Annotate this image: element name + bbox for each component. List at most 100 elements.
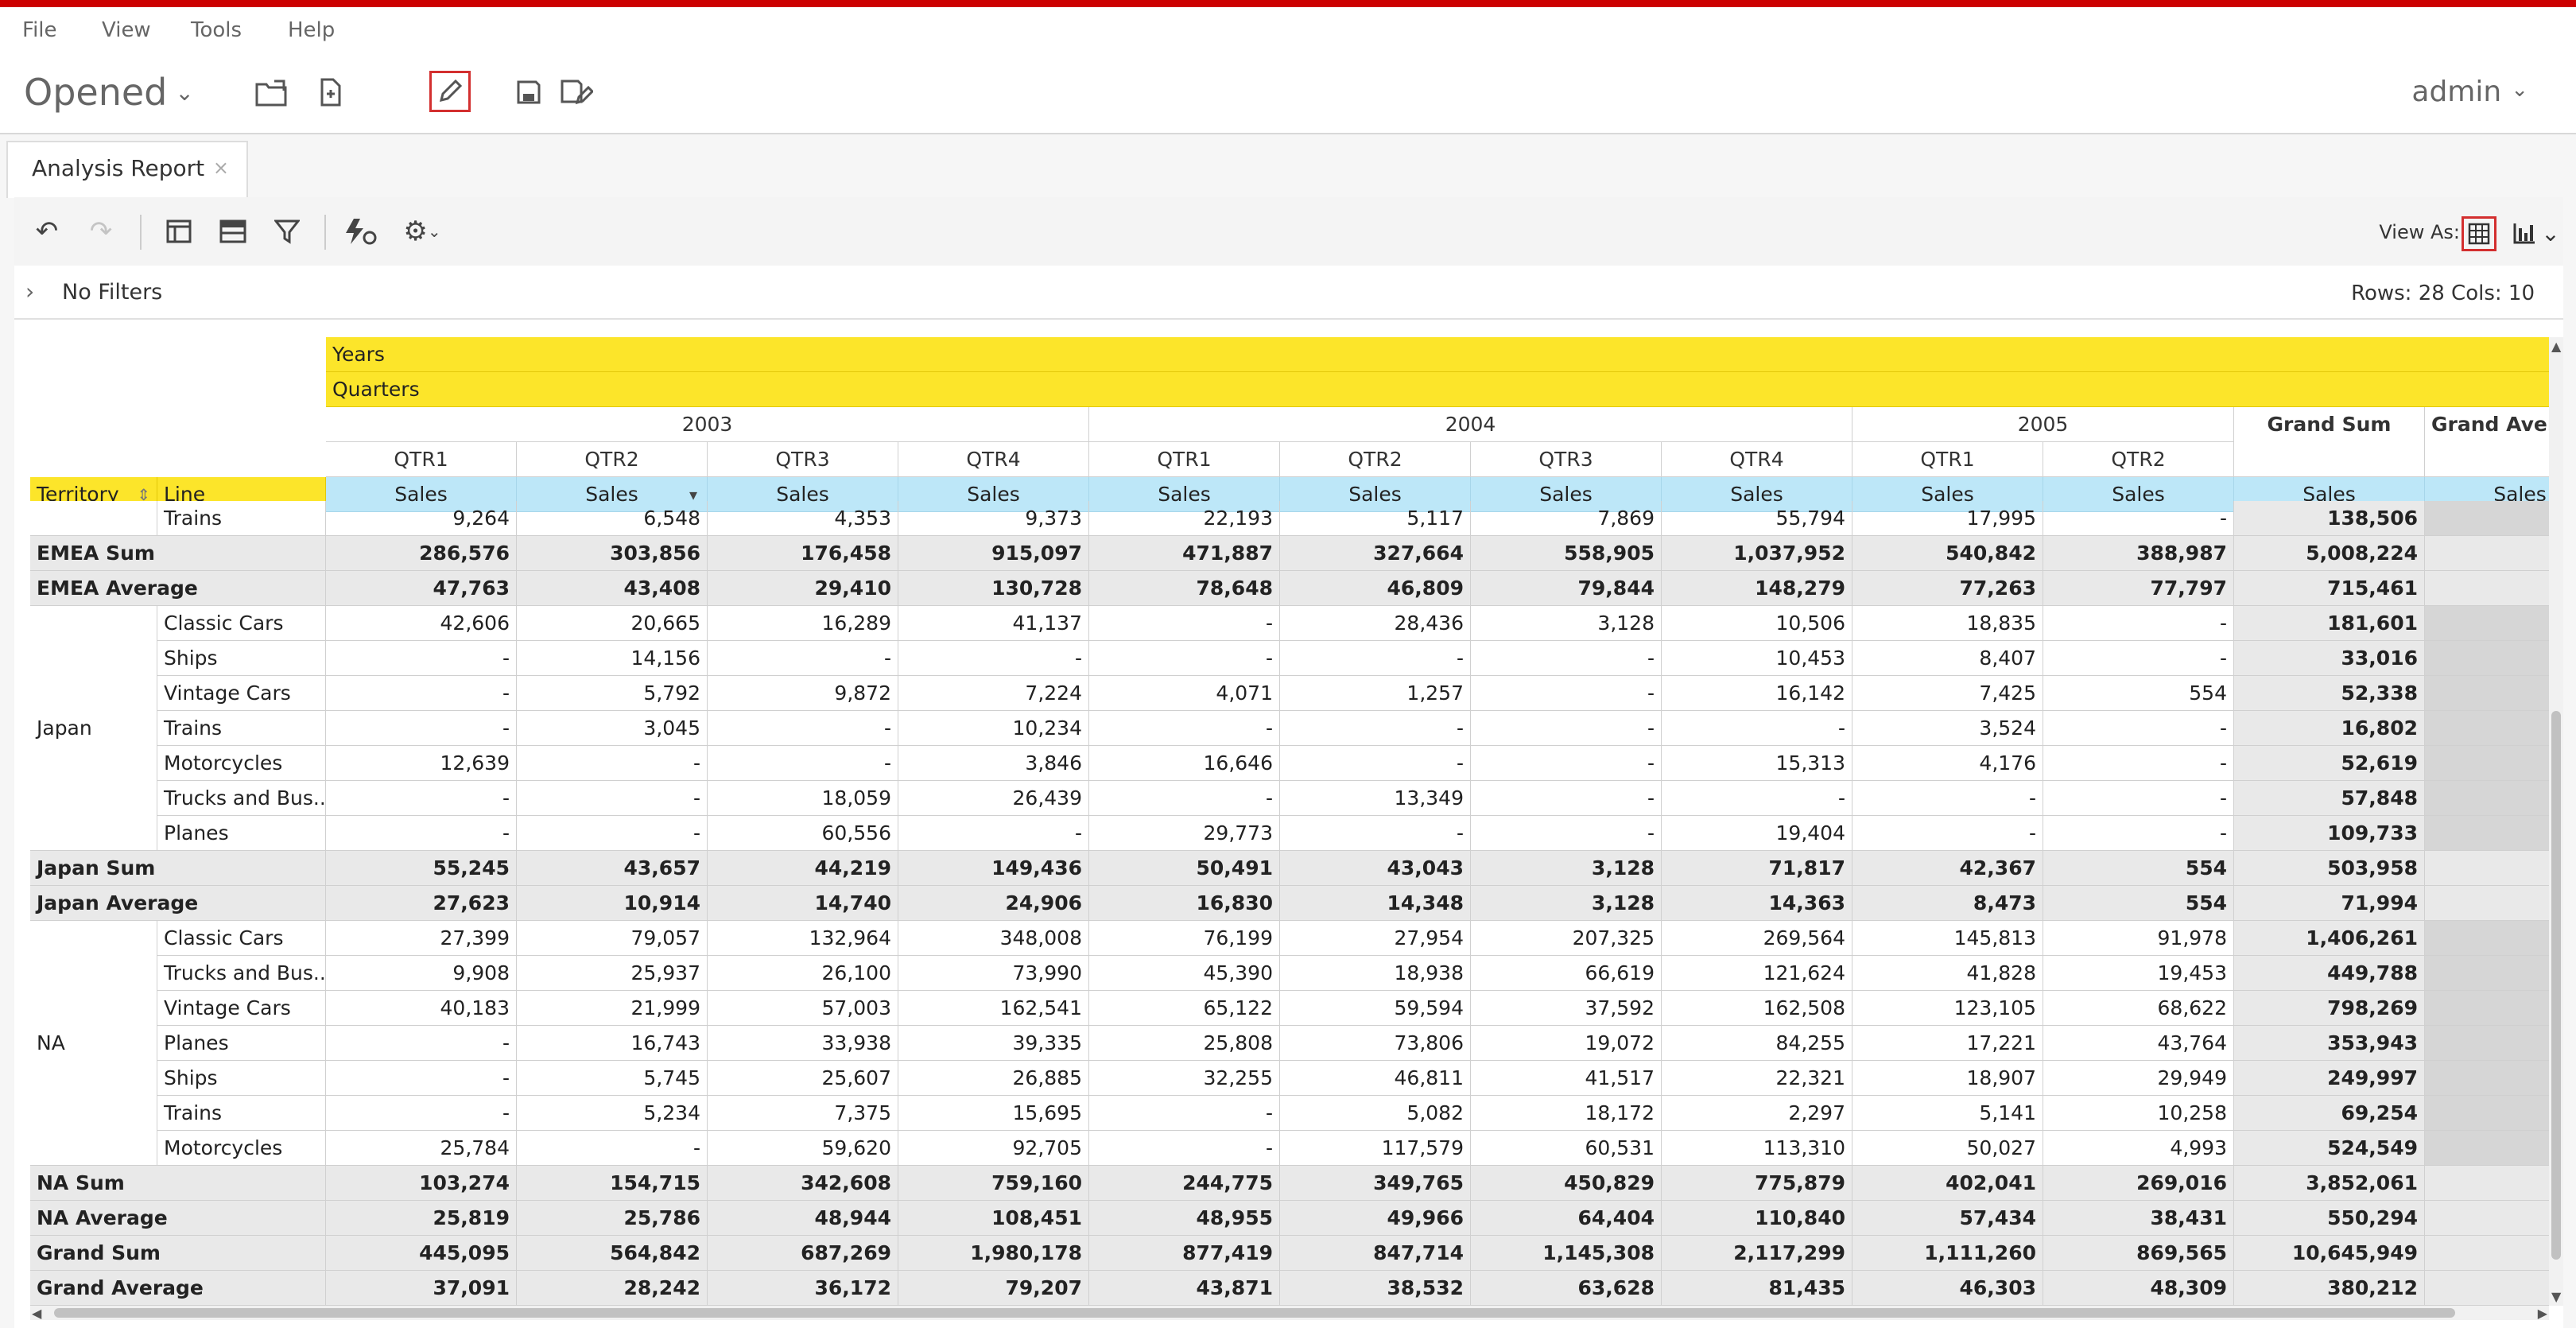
vertical-scroll-thumb[interactable]: [2551, 711, 2561, 1260]
territory-cell: Japan: [30, 606, 157, 851]
subtotal-cell: 564,842: [517, 1236, 708, 1271]
grand-sum-cell: 524,549: [2234, 1131, 2425, 1166]
new-file-icon[interactable]: [313, 72, 353, 112]
horizontal-scroll-thumb[interactable]: [54, 1308, 2455, 1318]
table-cell: -: [2043, 606, 2234, 641]
subtotal-cell: 79,844: [1471, 571, 1662, 606]
table-cell: 10,506: [1662, 606, 1852, 641]
pivot-table[interactable]: Years Quarters 2003 2004 2005 Grand Sum Grand …: [30, 337, 2549, 1306]
line-cell: Trains: [157, 501, 326, 536]
table-cell: 7,375: [708, 1096, 898, 1131]
table-cell: -: [326, 1096, 517, 1131]
layout-panel-icon[interactable]: [159, 212, 199, 251]
save-icon[interactable]: [509, 72, 549, 112]
auto-refresh-icon[interactable]: [340, 212, 380, 251]
line-cell: Trucks and Bus...: [157, 956, 326, 991]
subtotal-cell: 554: [2043, 886, 2234, 921]
grand-sum-header: Grand Sum: [2234, 407, 2425, 477]
subtotal-cell: 81,435: [1662, 1271, 1852, 1306]
undo-icon[interactable]: ↶: [27, 212, 67, 251]
subtotal-cell: 49,966: [1280, 1201, 1471, 1236]
line-cell: Motorcycles: [157, 746, 326, 781]
table-cell: 3,846: [898, 746, 1089, 781]
subtotal-label: Grand Sum: [30, 1236, 326, 1271]
scroll-right-icon[interactable]: ▶: [2538, 1306, 2547, 1321]
subtotal-cell: 77,263: [1852, 571, 2043, 606]
quarter-header: QTR4: [898, 442, 1089, 477]
table-cell: -: [517, 746, 708, 781]
table-cell: -: [1089, 641, 1280, 676]
subtotal-cell: 47,763: [326, 571, 517, 606]
table-cell: 16,646: [1089, 746, 1280, 781]
table-cell: 145,813: [1852, 921, 2043, 956]
table-cell: 25,808: [1089, 1026, 1280, 1061]
horizontal-scrollbar[interactable]: ◀ ▶: [30, 1306, 2549, 1321]
table-cell: -: [2043, 816, 2234, 851]
table-cell: -: [708, 641, 898, 676]
subtotal-cell: 3,128: [1471, 851, 1662, 886]
subtotal-cell: 759,160: [898, 1166, 1089, 1201]
opened-dropdown[interactable]: Opened ⌄: [24, 71, 194, 114]
grand-average-header: Grand Average: [2425, 407, 2549, 477]
table-layout-icon[interactable]: [213, 212, 253, 251]
grand-average-cell: [2425, 1096, 2549, 1131]
quarter-header: QTR2: [2043, 442, 2234, 477]
rows-cols-count: Rows: 28 Cols: 10: [2351, 282, 2535, 305]
filter-bar[interactable]: › No Filters Rows: 28 Cols: 10: [14, 269, 2563, 320]
table-cell: -: [1852, 816, 2043, 851]
filter-icon[interactable]: [267, 212, 307, 251]
table-cell: 13,349: [1280, 781, 1471, 816]
open-folder-icon[interactable]: [251, 72, 291, 112]
table-cell: 123,105: [1852, 991, 2043, 1026]
table-cell: 269,564: [1662, 921, 1852, 956]
table-cell: 207,325: [1471, 921, 1662, 956]
quarter-header: QTR4: [1662, 442, 1852, 477]
report-panel: ↶ ↷ ⚙ ⌄ View As: ⌄ › No Filters Rows: 28 …: [14, 197, 2563, 1328]
grand-average-cell: [2425, 746, 2549, 781]
table-cell: 5,082: [1280, 1096, 1471, 1131]
tab-bar: Analysis Report ×: [0, 134, 2576, 198]
column-field-quarters[interactable]: Quarters: [326, 372, 2549, 407]
table-cell: -: [2043, 781, 2234, 816]
chevron-down-icon[interactable]: ⌄: [2539, 216, 2562, 250]
quarter-header: QTR2: [517, 442, 708, 477]
table-cell: 162,541: [898, 991, 1089, 1026]
chevron-down-icon: ⌄: [175, 80, 194, 106]
redo-icon[interactable]: ↷: [81, 212, 121, 251]
table-cell: 41,517: [1471, 1061, 1662, 1096]
subtotal-cell: 28,242: [517, 1271, 708, 1306]
user-menu[interactable]: admin ⌄: [2411, 76, 2528, 108]
table-cell: 3,128: [1471, 606, 1662, 641]
line-cell: Ships: [157, 1061, 326, 1096]
subtotal-cell: 558,905: [1471, 536, 1662, 571]
table-view-icon[interactable]: [2462, 216, 2496, 251]
grand-sum-cell: 71,994: [2234, 886, 2425, 921]
table-cell: -: [1662, 781, 1852, 816]
scroll-down-icon[interactable]: ▼: [2551, 1289, 2561, 1304]
column-field-years[interactable]: Years: [326, 337, 2549, 372]
menu-tools[interactable]: Tools: [191, 18, 242, 42]
scroll-left-icon[interactable]: ◀: [32, 1306, 41, 1321]
tab-analysis-report[interactable]: Analysis Report ×: [6, 141, 248, 198]
menu-view[interactable]: View: [102, 18, 151, 42]
grand-sum-cell: 57,848: [2234, 781, 2425, 816]
chevron-right-icon[interactable]: ›: [25, 278, 34, 305]
close-icon[interactable]: ×: [213, 157, 229, 179]
menu-file[interactable]: File: [22, 18, 57, 42]
territory-cell: NA: [30, 921, 157, 1166]
menu-help[interactable]: Help: [288, 18, 335, 42]
chart-view-icon[interactable]: [2508, 216, 2541, 250]
save-as-icon[interactable]: [557, 72, 596, 112]
grand-sum-cell: 10,645,949: [2234, 1236, 2425, 1271]
grand-average-cell: 1,: [2425, 1236, 2549, 1271]
edit-pencil-icon[interactable]: [429, 71, 471, 112]
vertical-scrollbar[interactable]: ▲ ▼: [2549, 337, 2563, 1306]
subtotal-cell: 77,797: [2043, 571, 2234, 606]
subtotal-cell: 286,576: [326, 536, 517, 571]
scroll-up-icon[interactable]: ▲: [2551, 339, 2561, 354]
subtotal-cell: 176,458: [708, 536, 898, 571]
grand-average-cell: [2425, 816, 2549, 851]
table-cell: -: [1280, 816, 1471, 851]
settings-gear-icon[interactable]: ⚙ ⌄: [394, 212, 450, 251]
table-cell: 16,289: [708, 606, 898, 641]
